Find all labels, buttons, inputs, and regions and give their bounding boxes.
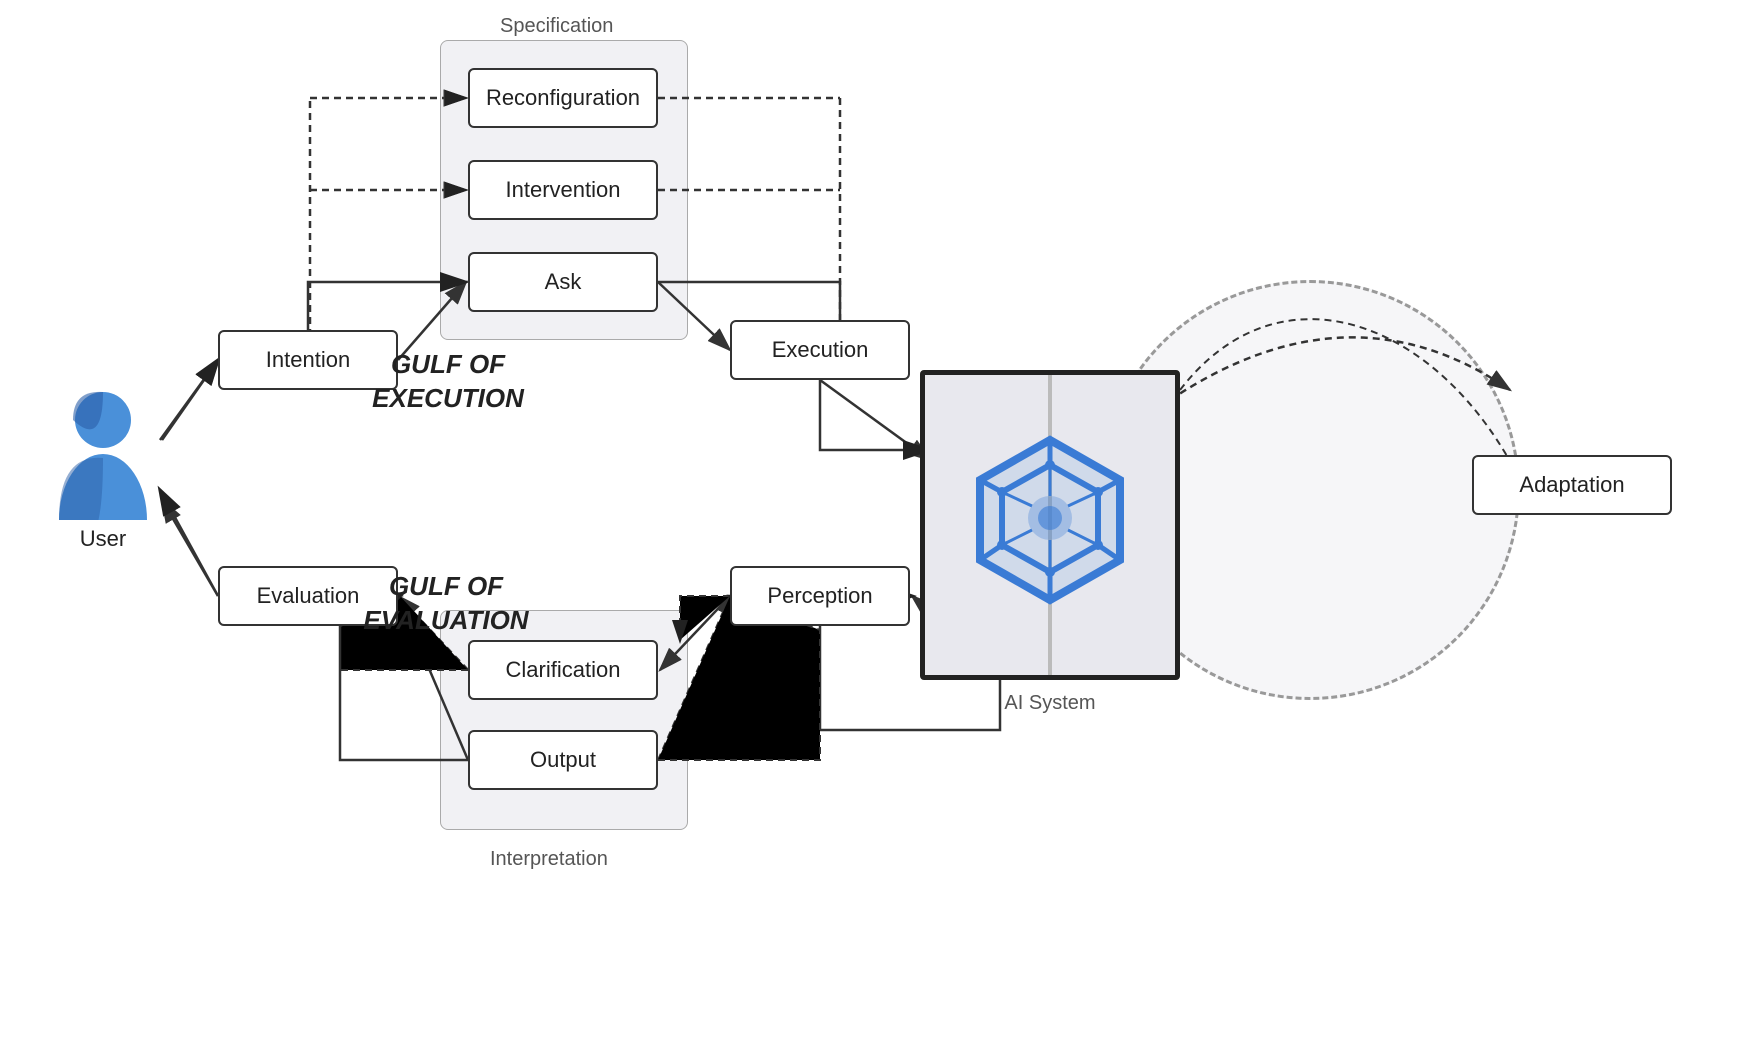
diagram: Specification Interpretation Reconfigura… <box>0 0 1744 1054</box>
perception-box: Perception <box>730 566 910 626</box>
specification-label: Specification <box>500 15 613 38</box>
clarification-box: Clarification <box>468 640 658 700</box>
user-figure: User <box>55 390 151 552</box>
reconfiguration-box: Reconfiguration <box>468 68 658 128</box>
user-label: User <box>80 526 126 552</box>
ai-system-label: AI System <box>920 692 1180 715</box>
interpretation-label: Interpretation <box>490 848 608 871</box>
execution-box: Execution <box>730 320 910 380</box>
intervention-box: Intervention <box>468 160 658 220</box>
user-head-icon <box>73 390 133 450</box>
ai-brain-icon <box>950 430 1150 620</box>
adaptation-box: Adaptation <box>1472 455 1672 515</box>
ai-system-container <box>920 370 1180 680</box>
gulf-evaluation-label: GULF OFEVALUATION <box>336 570 556 638</box>
output-box: Output <box>468 730 658 790</box>
user-body-icon <box>55 454 151 520</box>
ask-box: Ask <box>468 252 658 312</box>
gulf-execution-label: GULF OFEXECUTION <box>348 348 548 416</box>
